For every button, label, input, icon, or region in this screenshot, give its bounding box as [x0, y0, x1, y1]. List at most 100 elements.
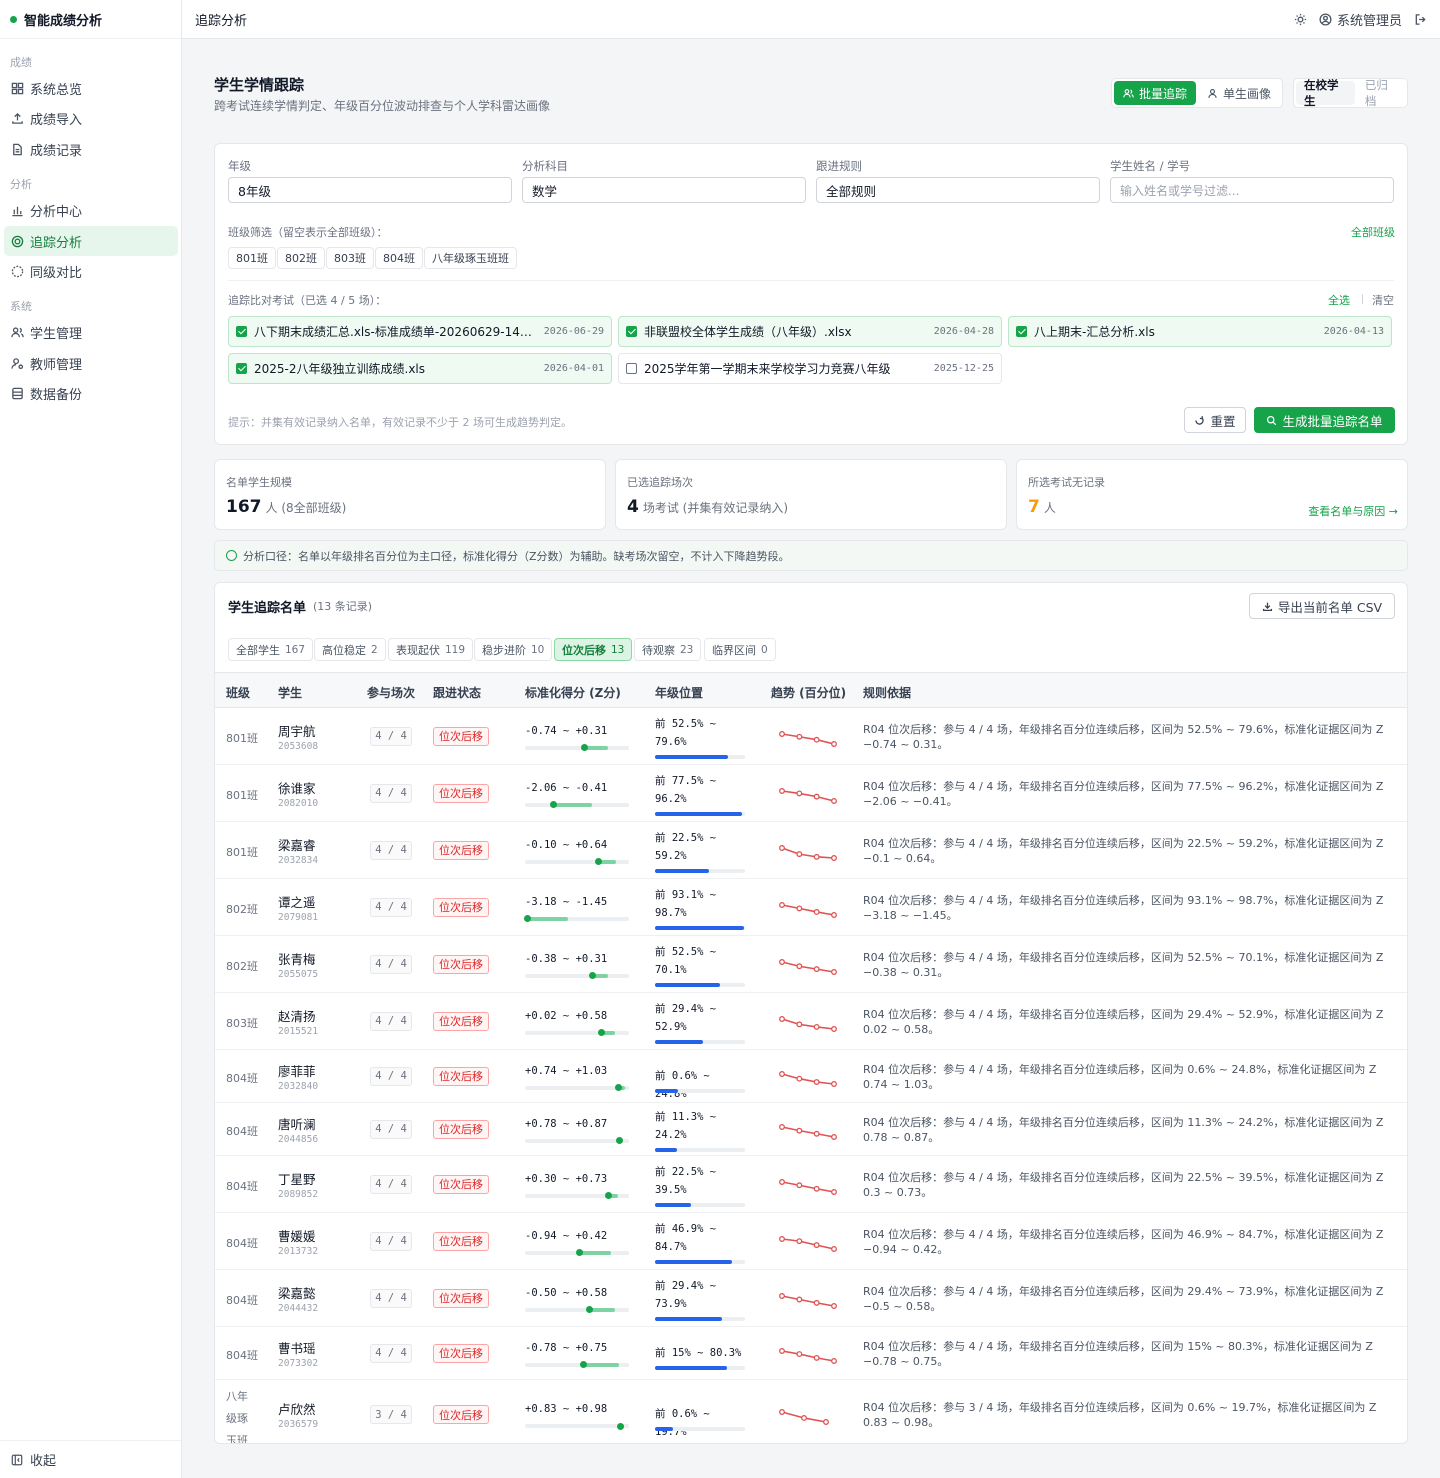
- table-row[interactable]: 804班 丁星野 2089852 4 / 4 位次后移 +0.30 ~ +0.73 前 22…: [215, 1156, 1407, 1213]
- theme-toggle-icon[interactable]: [1294, 13, 1307, 26]
- filter-tab[interactable]: 高位稳定 2: [314, 638, 386, 661]
- sidebar-item-records[interactable]: 成绩记录: [4, 134, 178, 164]
- exam-option[interactable]: 非联盟校全体学生成绩（八年级）.xlsx 2026-04-28: [618, 316, 1002, 347]
- table-row[interactable]: 804班 廖菲菲 2032840 4 / 4 位次后移 +0.74 ~ +1.03 前 0.…: [215, 1050, 1407, 1103]
- class-chip[interactable]: 801班: [228, 247, 276, 269]
- select-all-link[interactable]: 全选: [1328, 292, 1350, 308]
- zscore-dot: [588, 972, 596, 979]
- stat-value: 167: [226, 497, 262, 517]
- nav-group-analysis: 分析: [10, 178, 32, 191]
- checkbox[interactable]: [626, 326, 637, 337]
- student-name[interactable]: 廖菲菲: [278, 1061, 316, 1080]
- class-cell: 804班: [226, 1293, 258, 1307]
- trend-point: [796, 1020, 803, 1027]
- checkbox[interactable]: [626, 363, 637, 374]
- table-row[interactable]: 803班 赵清扬 2015521 4 / 4 位次后移 +0.02 ~ +0.58 前 29…: [215, 993, 1407, 1050]
- sidebar-item-tracking[interactable]: 追踪分析: [4, 226, 178, 256]
- exam-option[interactable]: 2025学年第一学期末来学校学习力竞赛八年级 2025-12-25: [618, 353, 1002, 384]
- student-name[interactable]: 徐谁家: [278, 778, 316, 797]
- student-name[interactable]: 曹书瑶: [278, 1338, 316, 1357]
- table-row[interactable]: 801班 梁嘉睿 2032834 4 / 4 位次后移 -0.10 ~ +0.64 前 22…: [215, 822, 1407, 879]
- sidebar-item-teachers[interactable]: 教师管理: [4, 348, 178, 378]
- filter-tab[interactable]: 全部学生 167: [228, 638, 314, 661]
- class-chip[interactable]: 803班: [326, 247, 374, 269]
- clear-link[interactable]: 清空: [1372, 292, 1394, 308]
- checkbox[interactable]: [236, 326, 247, 337]
- grade-position: 前 15% ~ 80.3%: [655, 1346, 742, 1359]
- sidebar-item-students[interactable]: 学生管理: [4, 317, 178, 347]
- sidebar-item-analysis-center[interactable]: 分析中心: [4, 195, 178, 225]
- status-badge: 位次后移: [433, 1174, 489, 1194]
- exam-option[interactable]: 八下期末成绩汇总.xls-标准成绩单-20260629-141... 2026-0…: [228, 316, 612, 347]
- table-row[interactable]: 801班 徐谁家 2082010 4 / 4 位次后移 -2.06 ~ -0.41 前 77…: [215, 765, 1407, 822]
- student-name[interactable]: 谭之遥: [278, 892, 316, 911]
- student-name[interactable]: 卢欣然: [278, 1399, 316, 1418]
- view-reasons-link[interactable]: 查看名单与原因 →: [1308, 503, 1398, 519]
- status-badge: 位次后移: [433, 1119, 489, 1139]
- position-bar: [655, 982, 745, 987]
- student-name[interactable]: 张青梅: [278, 949, 316, 968]
- trend-point: [779, 958, 785, 965]
- student-name[interactable]: 赵清扬: [278, 1006, 316, 1025]
- student-search-input[interactable]: 输入姓名或学号过滤...: [1110, 177, 1394, 203]
- table-row[interactable]: 804班 唐听澜 2044856 4 / 4 位次后移 +0.78 ~ +0.87 前 11…: [215, 1103, 1407, 1156]
- participation-badge: 4 / 4: [370, 1066, 412, 1086]
- tab-count: 167: [285, 643, 306, 656]
- filter-tab[interactable]: 稳步进阶 10: [474, 638, 553, 661]
- tab-enrolled[interactable]: 在校学生: [1296, 78, 1355, 108]
- trend-sparkline: [779, 1123, 837, 1140]
- stat-card-no-record: 所选考试无记录 7人 查看名单与原因 →: [1016, 459, 1408, 530]
- download-icon: [1262, 602, 1272, 611]
- export-csv-button[interactable]: 导出当前名单 CSV: [1249, 593, 1395, 619]
- rule-label: 跟进规则: [816, 159, 862, 173]
- sidebar-item-peer-compare[interactable]: 同级对比: [4, 256, 178, 286]
- zscore-bar: [525, 1306, 629, 1313]
- generate-button[interactable]: 生成批量追踪名单: [1254, 407, 1395, 433]
- column-header: 规则依据: [863, 686, 912, 700]
- grade-select[interactable]: 8年级: [228, 177, 512, 203]
- filter-tab[interactable]: 位次后移 13: [554, 638, 633, 661]
- table-row[interactable]: 804班 梁嘉懿 2044432 4 / 4 位次后移 -0.50 ~ +0.58 前 29…: [215, 1270, 1407, 1327]
- sidebar-item-overview[interactable]: 系统总览: [4, 73, 178, 103]
- sidebar-collapse-button[interactable]: 收起: [0, 1440, 181, 1478]
- table-row[interactable]: 801班 周宇航 2053608 4 / 4 位次后移 -0.74 ~ +0.31 前 52…: [215, 708, 1407, 765]
- trend-point: [796, 962, 803, 969]
- tab-archived[interactable]: 已归档: [1357, 78, 1405, 108]
- trend-point: [831, 797, 837, 804]
- class-chip[interactable]: 802班: [277, 247, 325, 269]
- student-name[interactable]: 丁星野: [278, 1169, 316, 1188]
- user-menu[interactable]: 系统管理员: [1319, 10, 1402, 29]
- sidebar-item-backup[interactable]: 数据备份: [4, 378, 178, 408]
- column-header: 趋势 (百分位): [771, 686, 847, 700]
- position-fill: [655, 1365, 727, 1370]
- position-bar: [655, 1259, 745, 1264]
- checkbox[interactable]: [236, 363, 247, 374]
- student-name[interactable]: 梁嘉睿: [278, 835, 316, 854]
- table-row[interactable]: 802班 谭之遥 2079081 4 / 4 位次后移 -3.18 ~ -1.45 前 93…: [215, 879, 1407, 936]
- grade-position: 前 52.5% ~ 79.6%: [655, 717, 717, 748]
- student-name[interactable]: 周宇航: [278, 721, 316, 740]
- table-row[interactable]: 八年级琢玉班 卢欣然 2036579 3 / 4 位次后移 +0.83 ~ +0.98 前 …: [215, 1380, 1407, 1443]
- reset-button[interactable]: 重置: [1184, 407, 1246, 433]
- student-name[interactable]: 唐听澜: [278, 1114, 316, 1133]
- tab-batch-tracking[interactable]: 批量追踪: [1114, 81, 1197, 105]
- filter-tab[interactable]: 临界区间 0: [704, 638, 776, 661]
- all-classes-link[interactable]: 全部班级: [1351, 224, 1395, 240]
- rule-select[interactable]: 全部规则: [816, 177, 1100, 203]
- table-row[interactable]: 802班 张青梅 2055075 4 / 4 位次后移 -0.38 ~ +0.31 前 52…: [215, 936, 1407, 993]
- class-chip[interactable]: 804班: [375, 247, 423, 269]
- table-row[interactable]: 804班 曹媛媛 2013732 4 / 4 位次后移 -0.94 ~ +0.42 前 46…: [215, 1213, 1407, 1270]
- logout-icon[interactable]: [1414, 13, 1427, 26]
- student-name[interactable]: 梁嘉懿: [278, 1283, 316, 1302]
- sidebar-item-import[interactable]: 成绩导入: [4, 103, 178, 133]
- filter-tab[interactable]: 待观察 23: [634, 638, 702, 661]
- student-name[interactable]: 曹媛媛: [278, 1226, 316, 1245]
- checkbox[interactable]: [1016, 326, 1027, 337]
- subject-select[interactable]: 数学: [522, 177, 806, 203]
- exam-option[interactable]: 2025-2八年级独立训练成绩.xls 2026-04-01: [228, 353, 612, 384]
- table-row[interactable]: 804班 曹书瑶 2073302 4 / 4 位次后移 -0.78 ~ +0.75 前 15…: [215, 1327, 1407, 1380]
- tab-single-profile[interactable]: 单生画像: [1198, 81, 1280, 105]
- exam-option[interactable]: 八上期末-汇总分析.xls 2026-04-13: [1008, 316, 1392, 347]
- filter-tab[interactable]: 表现起伏 119: [388, 638, 474, 661]
- class-chip[interactable]: 八年级琢玉班班: [424, 247, 517, 269]
